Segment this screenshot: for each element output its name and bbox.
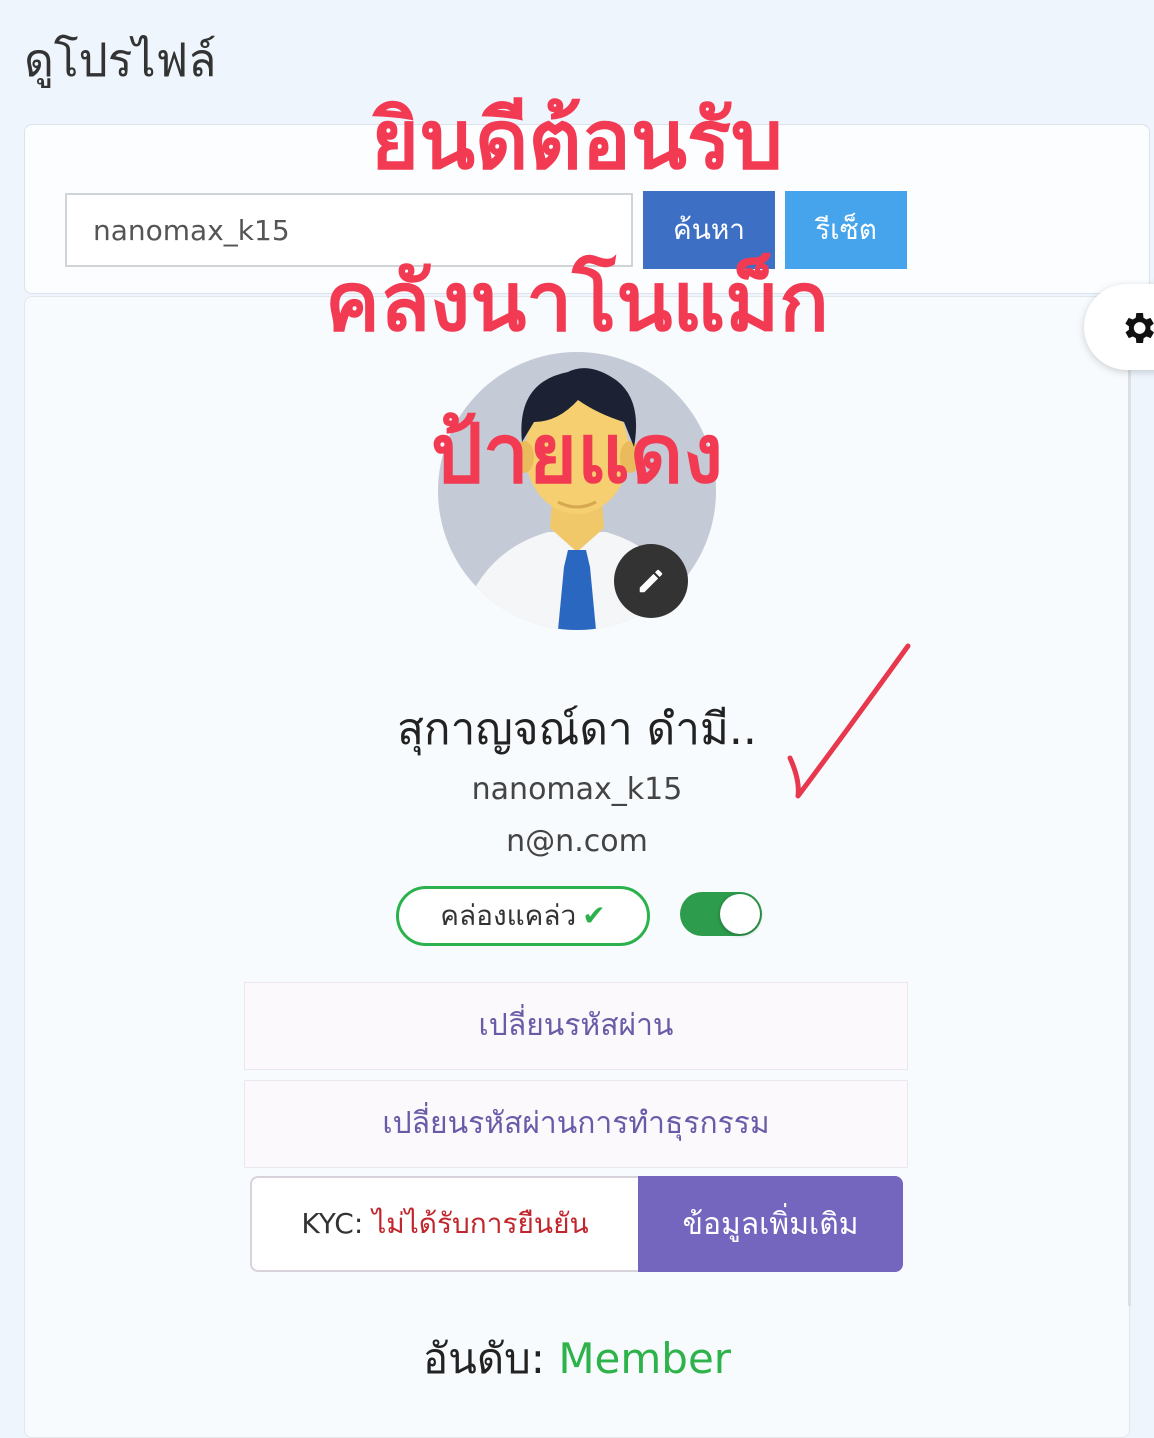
- pencil-icon: [639, 569, 663, 593]
- profile-email: n@n.com: [506, 824, 648, 859]
- checkmark-annotation-icon: [787, 643, 911, 799]
- status-toggle[interactable]: [680, 892, 762, 936]
- kyc-status-box: KYC: ไม่ได้รับการยืนยัน: [250, 1176, 638, 1272]
- overlay-shop-name-text: คลังนาโนแม็ก: [325, 255, 829, 350]
- status-badge: คล่องแคล่ว ✔: [396, 886, 650, 946]
- rank-label: อันดับ:: [422, 1334, 545, 1383]
- rank: อันดับ: Member: [0, 1326, 1154, 1392]
- kyc-status: ไม่ได้รับการยืนยัน: [372, 1207, 589, 1240]
- page-title: ดูโปรไฟล์: [24, 33, 217, 87]
- more-info-button[interactable]: ข้อมูลเพิ่มเติม: [638, 1176, 903, 1272]
- status-label: คล่องแคล่ว: [440, 899, 577, 932]
- overlay-welcome-text: ยินดีต้อนรับ: [370, 93, 783, 188]
- overlay-redlabel-text: ป้ายแดง: [430, 407, 724, 502]
- edit-avatar-button[interactable]: [614, 544, 688, 618]
- toggle-knob[interactable]: [720, 894, 760, 934]
- kyc-label: KYC:: [301, 1207, 364, 1240]
- profile-username: nanomax_k15: [471, 772, 683, 807]
- rank-value: Member: [558, 1334, 732, 1383]
- check-icon: ✔: [582, 899, 606, 932]
- profile-name: สุกาญจณ์ดา ดำมี..: [397, 704, 757, 755]
- change-transaction-password-button[interactable]: เปลี่ยนรหัสผ่านการทำธุรกรรม: [244, 1080, 908, 1168]
- change-password-button[interactable]: เปลี่ยนรหัสผ่าน: [244, 982, 908, 1070]
